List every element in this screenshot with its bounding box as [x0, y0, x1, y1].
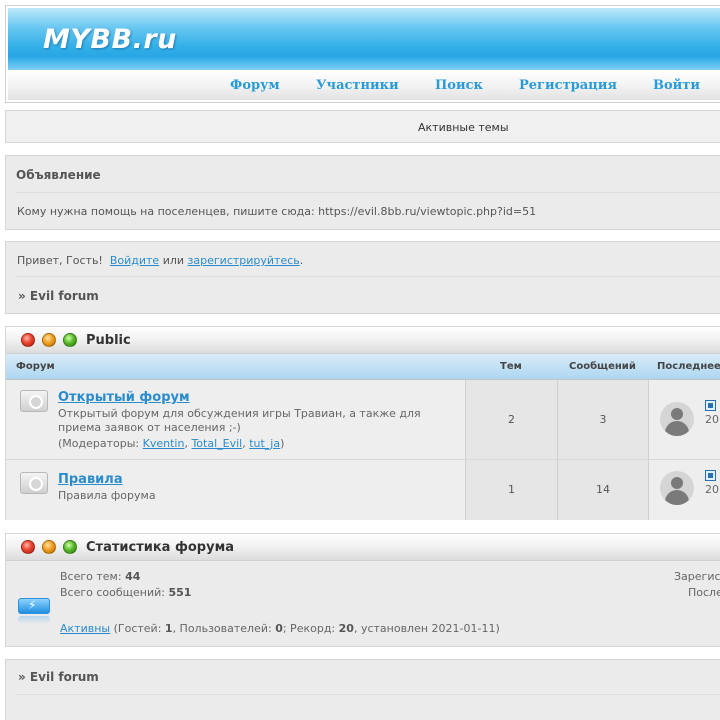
moderators-label: (Модераторы:	[58, 437, 140, 450]
column-posts: Сообщений	[569, 361, 636, 372]
forum-title-link[interactable]: Правила	[58, 472, 123, 487]
icon-reflection	[18, 616, 50, 624]
total-posts-line: Всего сообщений: 551	[60, 586, 191, 599]
column-topics: Тем	[500, 361, 522, 372]
forum-description: Правила форума	[58, 489, 156, 502]
last-post-cell: 20	[649, 380, 720, 459]
record-count: 20	[338, 622, 354, 635]
moderators-suffix: )	[280, 437, 285, 450]
nav-register[interactable]: Регистрация	[519, 78, 617, 93]
total-topics-line: Всего тем: 44	[60, 570, 140, 583]
user-avatar-icon	[660, 471, 694, 505]
welcome-panel: Привет, Гость! Войдите или зарегистрируй…	[5, 241, 720, 314]
statistics-body: Всего тем: 44 Всего сообщений: 551 Зарег…	[6, 561, 720, 646]
guests-label: (Гостей:	[113, 622, 162, 635]
forum-status-icon	[20, 390, 48, 412]
users-count: 0	[275, 622, 283, 635]
greeting-text: Привет, Гость!	[17, 254, 103, 267]
forum-row: Открытый форум Открытый форум для обсужд…	[6, 380, 720, 460]
yellow-circle-icon	[42, 333, 56, 347]
column-forum: Форум	[16, 361, 55, 372]
statistics-title: Статистика форума	[86, 540, 234, 555]
active-topics-bar: Активные темы	[5, 110, 720, 143]
category-header: Public	[6, 327, 720, 354]
newest-user-stat: После	[688, 586, 720, 599]
nav-forum[interactable]: Форум	[230, 78, 280, 93]
period-text: .	[299, 254, 304, 267]
announcement-panel: Объявление Кому нужна помощь на поселенц…	[5, 155, 720, 230]
red-circle-icon	[21, 540, 35, 554]
forum-info-cell: Правила Правила форума	[6, 460, 466, 520]
statistics-header: Статистика форума	[6, 534, 720, 561]
green-circle-icon	[63, 540, 77, 554]
record-date: , установлен 2021-01-11)	[353, 622, 500, 635]
users-label: , Пользователей:	[172, 622, 272, 635]
nav-login[interactable]: Войти	[653, 78, 700, 93]
or-text: или	[162, 254, 185, 267]
user-avatar-icon	[660, 402, 694, 436]
announcement-text: Кому нужна помощь на поселенцев, пишите …	[17, 205, 537, 218]
goto-last-post-icon[interactable]	[705, 400, 716, 411]
posts-count: 14	[558, 460, 649, 520]
red-circle-icon	[21, 333, 35, 347]
nav-search[interactable]: Поиск	[435, 78, 483, 93]
moderator-link[interactable]: tut_ja	[249, 437, 280, 450]
posts-count: 3	[558, 380, 649, 459]
total-topics-value: 44	[125, 570, 141, 583]
forum-statistics: Статистика форума Всего тем: 44 Всего со…	[5, 533, 720, 647]
login-link[interactable]: Войдите	[110, 254, 159, 267]
registered-users-stat: Зарегис	[674, 570, 720, 583]
goto-last-post-icon[interactable]	[705, 470, 716, 481]
footer-breadcrumb-panel: » Evil forum	[5, 659, 720, 720]
divider	[16, 276, 720, 277]
guests-count: 1	[164, 622, 173, 635]
last-post-date: 20	[705, 483, 719, 496]
battery-charging-icon	[18, 598, 50, 614]
total-topics-label: Всего тем:	[60, 570, 122, 583]
register-link[interactable]: зарегистрируйтесь	[188, 254, 300, 267]
topics-count: 1	[466, 460, 558, 520]
divider	[16, 192, 720, 193]
column-last-post: Последнее	[657, 361, 720, 372]
breadcrumb[interactable]: » Evil forum	[18, 289, 99, 303]
site-header: MYBB.ru Форум Участники Поиск Регистраци…	[5, 5, 720, 103]
divider	[16, 694, 720, 695]
forum-row: Правила Правила форума 1 14 20	[6, 460, 720, 520]
active-topics-link[interactable]: Активные темы	[418, 121, 509, 134]
breadcrumb[interactable]: » Evil forum	[18, 670, 99, 684]
green-circle-icon	[63, 333, 77, 347]
last-post-cell: 20	[649, 460, 720, 520]
total-posts-label: Всего сообщений:	[60, 586, 165, 599]
yellow-circle-icon	[42, 540, 56, 554]
forum-info-cell: Открытый форум Открытый форум для обсужд…	[6, 380, 466, 459]
record-label: ; Рекорд:	[282, 622, 336, 635]
forum-title-link[interactable]: Открытый форум	[58, 390, 190, 405]
announcement-title: Объявление	[16, 168, 101, 182]
category-public: Public Форум Тем Сообщений Последнее Отк…	[5, 326, 720, 520]
last-post-date: 20	[705, 413, 719, 426]
moderator-link[interactable]: Total_Evil	[191, 437, 242, 450]
main-navigation: Форум Участники Поиск Регистрация Войти	[8, 70, 720, 100]
online-link[interactable]: Активны	[60, 622, 110, 635]
header-banner: MYBB.ru	[8, 8, 720, 70]
online-users-line: Активны (Гостей: 1, Пользователей: 0; Ре…	[60, 622, 500, 635]
nav-members[interactable]: Участники	[316, 78, 399, 93]
forum-status-icon	[20, 472, 48, 494]
category-title: Public	[86, 333, 131, 348]
forum-table-header: Форум Тем Сообщений Последнее	[6, 354, 720, 380]
site-logo[interactable]: MYBB.ru	[43, 24, 177, 55]
moderator-link[interactable]: Kventin	[143, 437, 185, 450]
forum-moderators: (Модераторы: Kventin, Total_Evil, tut_ja…	[58, 437, 285, 450]
total-posts-value: 551	[168, 586, 192, 599]
forum-description: Открытый форум для обсуждения игры Трави…	[58, 407, 421, 434]
topics-count: 2	[466, 380, 558, 459]
welcome-message: Привет, Гость! Войдите или зарегистрируй…	[17, 254, 303, 267]
